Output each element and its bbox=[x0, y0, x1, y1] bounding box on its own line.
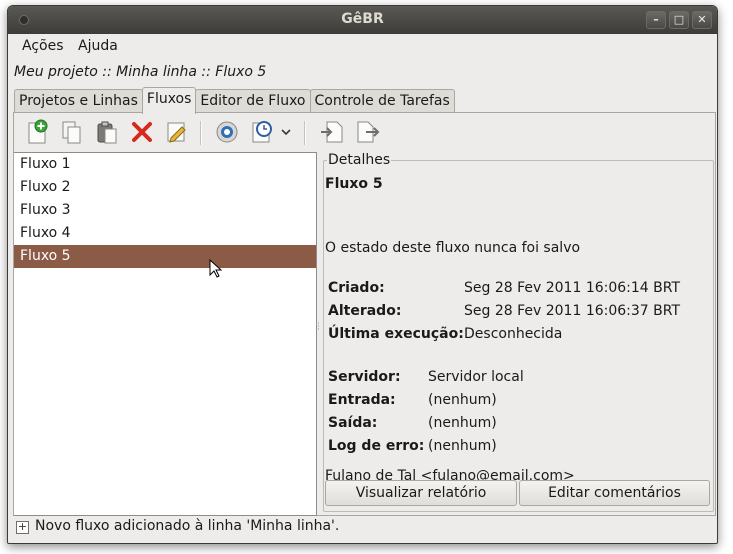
export-icon[interactable] bbox=[354, 119, 380, 145]
flow-list-item[interactable]: Fluxo 1 bbox=[14, 153, 316, 176]
last-run-value: Desconhecida bbox=[464, 326, 563, 342]
tab-projetos-e-linhas[interactable]: Projetos e Linhas bbox=[14, 89, 143, 113]
new-flow-icon[interactable] bbox=[24, 119, 50, 145]
run-icon[interactable] bbox=[214, 119, 240, 145]
tab-controle-de-tarefas[interactable]: Controle de Tarefas bbox=[309, 89, 455, 113]
status-text: Novo fluxo adicionado à linha 'Minha lin… bbox=[35, 518, 340, 534]
input-value: (nenhum) bbox=[428, 392, 497, 408]
tab-bar: Projetos e Linhas Fluxos Editor de Fluxo… bbox=[14, 87, 455, 114]
expand-icon[interactable]: + bbox=[16, 521, 29, 534]
flow-list-item[interactable]: Fluxo 3 bbox=[14, 199, 316, 222]
created-value: Seg 28 Fev 2011 16:06:14 BRT bbox=[464, 280, 681, 296]
copy-icon[interactable] bbox=[59, 119, 85, 145]
chevron-down-icon[interactable] bbox=[279, 119, 293, 145]
title-bar[interactable]: GêBR – □ ✕ bbox=[8, 6, 717, 34]
flow-list[interactable]: Fluxo 1 Fluxo 2 Fluxo 3 Fluxo 4 Fluxo 5 bbox=[14, 152, 317, 516]
input-label: Entrada: bbox=[328, 392, 396, 408]
details-state: O estado deste fluxo nunca foi salvo bbox=[325, 240, 581, 256]
server-value: Servidor local bbox=[428, 369, 524, 385]
menu-ajuda[interactable]: Ajuda bbox=[78, 38, 118, 54]
edit-comments-button[interactable]: Editar comentários bbox=[519, 480, 710, 506]
server-label: Servidor: bbox=[328, 369, 401, 385]
window-title: GêBR bbox=[341, 11, 384, 27]
menu-bar: Ações Ajuda bbox=[8, 34, 717, 58]
flows-panel: Fluxo 1 Fluxo 2 Fluxo 3 Fluxo 4 Fluxo 5 … bbox=[13, 112, 716, 516]
toolbar bbox=[14, 113, 715, 153]
error-log-label: Log de erro: bbox=[328, 438, 425, 454]
output-value: (nenhum) bbox=[428, 415, 497, 431]
breadcrumb: Meu projeto :: Minha linha :: Fluxo 5 bbox=[14, 64, 267, 80]
modified-label: Alterado: bbox=[328, 303, 402, 319]
flow-list-item-selected[interactable]: Fluxo 5 bbox=[14, 245, 316, 268]
tab-editor-de-fluxo[interactable]: Editor de Fluxo bbox=[195, 89, 311, 113]
pane-resize-handle[interactable]: · · · bbox=[317, 320, 321, 335]
details-flow-name: Fluxo 5 bbox=[325, 176, 383, 192]
flow-list-item[interactable]: Fluxo 2 bbox=[14, 176, 316, 199]
output-label: Saída: bbox=[328, 415, 378, 431]
import-icon[interactable] bbox=[319, 119, 345, 145]
view-report-button[interactable]: Visualizar relatório bbox=[325, 480, 517, 506]
schedule-icon[interactable] bbox=[249, 119, 275, 145]
delete-icon[interactable] bbox=[129, 119, 155, 145]
flow-list-item[interactable]: Fluxo 4 bbox=[14, 222, 316, 245]
close-icon[interactable]: ✕ bbox=[692, 11, 712, 29]
edit-icon[interactable] bbox=[164, 119, 190, 145]
main-window: GêBR – □ ✕ Ações Ajuda Meu projeto :: Mi… bbox=[7, 5, 718, 544]
details-legend: Detalhes bbox=[327, 152, 392, 168]
error-log-value: (nenhum) bbox=[428, 438, 497, 454]
paste-icon[interactable] bbox=[94, 119, 120, 145]
maximize-icon[interactable]: □ bbox=[669, 11, 689, 29]
menu-acoes[interactable]: Ações bbox=[22, 38, 64, 54]
modified-value: Seg 28 Fev 2011 16:06:37 BRT bbox=[464, 303, 681, 319]
mouse-cursor-icon bbox=[209, 258, 223, 283]
created-label: Criado: bbox=[328, 280, 385, 296]
tab-fluxos[interactable]: Fluxos bbox=[141, 87, 197, 114]
minimize-icon[interactable]: – bbox=[646, 11, 666, 29]
last-run-label: Última execução: bbox=[328, 326, 464, 342]
